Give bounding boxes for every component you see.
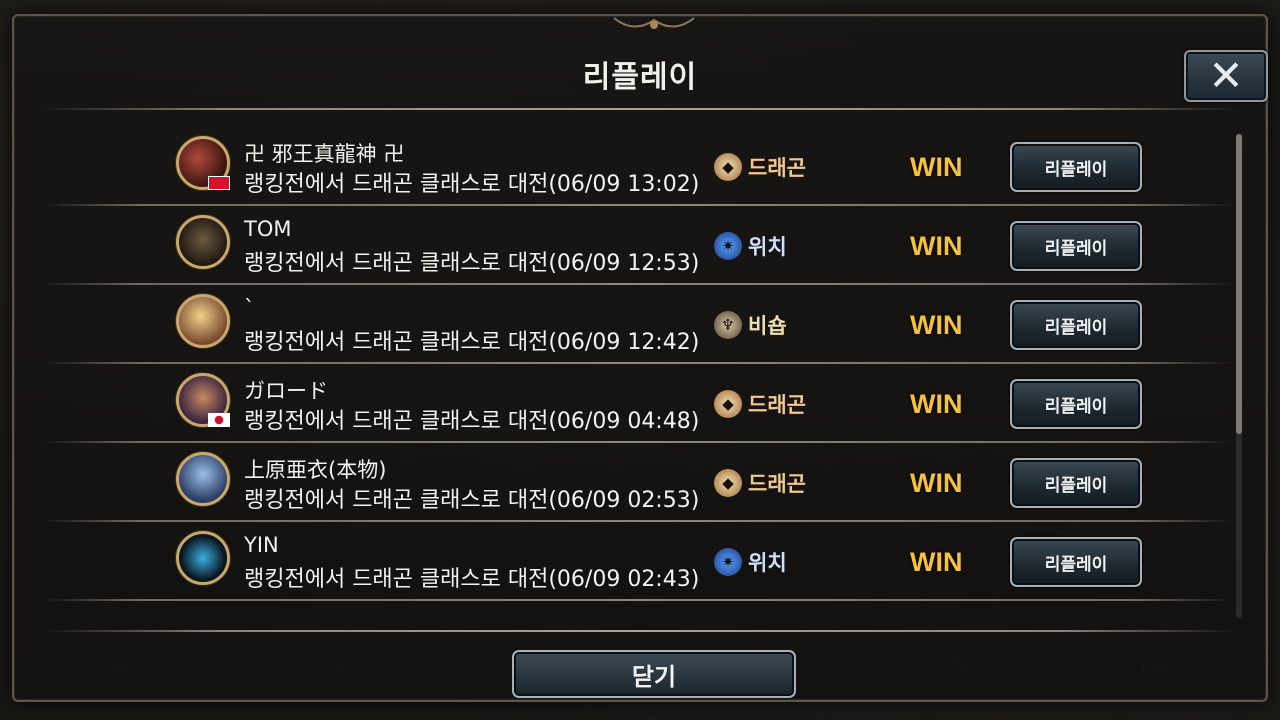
player-name: TOM [244, 217, 292, 241]
player-avatar[interactable] [176, 531, 230, 585]
replay-row: YIN 랭킹전에서 드래곤 클래스로 대전(06/09 02:43) ✷ 위치 WIN 리… [42, 521, 1232, 601]
opponent-class: ◆ 드래곤 [714, 152, 806, 182]
opponent-class: ✷ 위치 [714, 547, 787, 577]
class-label: 드래곤 [748, 472, 806, 496]
player-name: ガロード [244, 379, 328, 403]
player-avatar[interactable] [176, 452, 230, 506]
match-description: 랭킹전에서 드래곤 클래스로 대전(06/09 02:53) [244, 488, 700, 513]
witch-icon: ✷ [714, 548, 742, 576]
match-description: 랭킹전에서 드래곤 클래스로 대전(06/09 12:53) [244, 251, 700, 276]
replay-button[interactable]: 리플레이 [1010, 379, 1142, 429]
scrollbar[interactable] [1236, 134, 1242, 618]
class-label: 드래곤 [748, 156, 806, 180]
class-label: 드래곤 [748, 393, 806, 417]
opponent-class: ◆ 드래곤 [714, 389, 806, 419]
opponent-class: ♆ 비숍 [714, 310, 787, 340]
replay-button[interactable]: 리플레이 [1010, 221, 1142, 271]
player-avatar[interactable] [176, 215, 230, 269]
match-result: WIN [910, 310, 963, 340]
match-result: WIN [910, 231, 963, 261]
ornament-icon [613, 17, 695, 29]
japan-flag-icon [208, 413, 230, 427]
dialog-title: 리플레이 [582, 60, 698, 95]
match-result: WIN [910, 468, 963, 498]
replay-dialog: 리플레이 ✕ 卍 邪王真龍神 卍 랭킹전에서 드래곤 클래스로 대전(06/09 … [12, 14, 1268, 702]
player-name: 上原亜衣(本物) [244, 458, 387, 482]
opponent-class: ✷ 위치 [714, 231, 787, 261]
player-avatar[interactable] [176, 294, 230, 348]
match-description: 랭킹전에서 드래곤 클래스로 대전(06/09 02:43) [244, 567, 700, 592]
class-label: 위치 [748, 551, 787, 575]
player-name: 卍 邪王真龍神 卍 [244, 142, 405, 166]
title-divider [42, 108, 1238, 110]
match-result: WIN [910, 152, 963, 182]
replay-button[interactable]: 리플레이 [1010, 142, 1142, 192]
replay-button[interactable]: 리플레이 [1010, 458, 1142, 508]
replay-button[interactable]: 리플레이 [1010, 300, 1142, 350]
close-dialog-button[interactable]: 닫기 [512, 650, 796, 698]
witch-icon: ✷ [714, 232, 742, 260]
opponent-class: ◆ 드래곤 [714, 468, 806, 498]
match-description: 랭킹전에서 드래곤 클래스로 대전(06/09 12:42) [244, 330, 700, 355]
match-result: WIN [910, 389, 963, 419]
replay-row: 上原亜衣(本物) 랭킹전에서 드래곤 클래스로 대전(06/09 02:53) ◆ 드… [42, 442, 1232, 522]
player-name: YIN [244, 533, 279, 557]
row-divider [42, 599, 1232, 601]
replay-row: ` 랭킹전에서 드래곤 클래스로 대전(06/09 12:42) ♆ 비숍 WIN 리플레… [42, 284, 1232, 364]
replay-row: TOM 랭킹전에서 드래곤 클래스로 대전(06/09 12:53) ✷ 위치 WIN 리… [42, 205, 1232, 285]
class-label: 위치 [748, 235, 787, 259]
class-label: 비숍 [748, 314, 787, 338]
replay-list[interactable]: 卍 邪王真龍神 卍 랭킹전에서 드래곤 클래스로 대전(06/09 13:02) ◆… [42, 126, 1232, 622]
match-description: 랭킹전에서 드래곤 클래스로 대전(06/09 04:48) [244, 409, 700, 434]
replay-row: 卍 邪王真龍神 卍 랭킹전에서 드래곤 클래스로 대전(06/09 13:02) ◆… [42, 126, 1232, 206]
dragon-icon: ◆ [714, 390, 742, 418]
x-close-icon: ✕ [1208, 51, 1244, 100]
hong-kong-flag-icon [208, 176, 230, 190]
match-description: 랭킹전에서 드래곤 클래스로 대전(06/09 13:02) [244, 172, 700, 197]
match-result: WIN [910, 547, 963, 577]
dragon-icon: ◆ [714, 153, 742, 181]
close-button[interactable]: ✕ [1184, 50, 1268, 102]
player-name: ` [244, 296, 255, 320]
replay-row: ガロード 랭킹전에서 드래곤 클래스로 대전(06/09 04:48) ◆ 드래곤 WI… [42, 363, 1232, 443]
scroll-thumb[interactable] [1236, 134, 1242, 434]
replay-button[interactable]: 리플레이 [1010, 537, 1142, 587]
dragon-icon: ◆ [714, 469, 742, 497]
bottom-divider [42, 630, 1238, 632]
bishop-icon: ♆ [714, 311, 742, 339]
